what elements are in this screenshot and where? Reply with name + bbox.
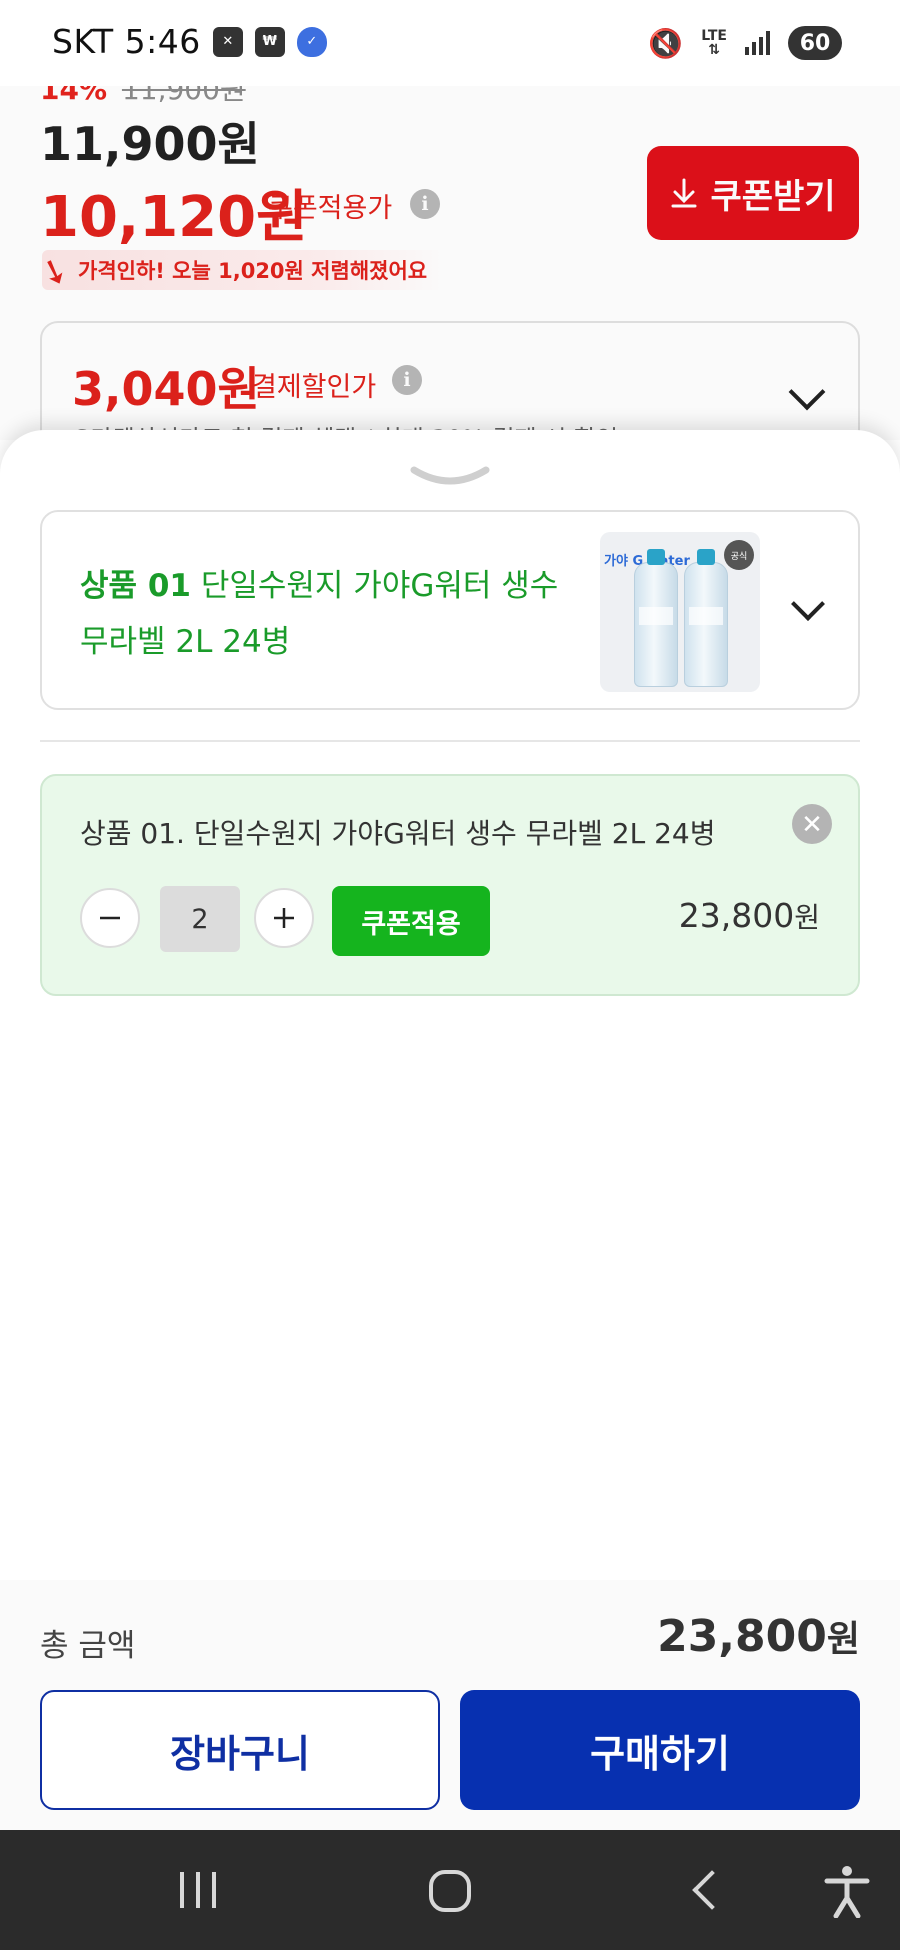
back-icon[interactable] (692, 1870, 732, 1910)
close-icon: ✕ (801, 808, 823, 839)
official-badge: 공식 (724, 540, 754, 570)
plus-icon (274, 908, 294, 928)
signal-icon (745, 31, 770, 55)
battery-icon: 60 (788, 26, 842, 60)
total-value: 23,800 (657, 1611, 827, 1662)
total-label: 총 금액 (40, 1628, 136, 1664)
carrier-time: SKT 5:46 (52, 22, 201, 61)
item-price-value: 23,800 (678, 896, 795, 935)
purchase-footer: 총 금액 23,800원 장바구니 구매하기 (0, 1580, 900, 1830)
item-line-price: 23,800원 (679, 896, 820, 936)
water-bottle-image (634, 549, 678, 687)
selected-item-title: 상품 01. 단일수원지 가야G워터 생수 무라벨 2L 24병 (80, 817, 716, 850)
lte-icon: LTE ⇅ (701, 28, 727, 58)
shield-icon: ✓ (296, 26, 327, 57)
chevron-down-icon (791, 587, 825, 621)
status-bar: SKT 5:46 ✕ ₩ ✓ 🔇 LTE ⇅ 60 (0, 0, 900, 86)
app-notification-icon: ✕ (212, 26, 243, 57)
remove-item-button[interactable]: ✕ (792, 804, 832, 844)
water-bottle-image (684, 549, 728, 687)
option-prefix: 상품 01 (80, 568, 191, 604)
accessibility-icon[interactable] (822, 1864, 872, 1918)
recent-apps-icon[interactable] (180, 1872, 216, 1908)
quantity-decrease-button[interactable] (80, 888, 140, 948)
add-to-cart-button[interactable]: 장바구니 (40, 1690, 440, 1810)
home-icon[interactable] (429, 1870, 471, 1912)
mute-icon: 🔇 (648, 26, 684, 60)
total-unit: 원 (826, 1619, 860, 1660)
buy-now-button[interactable]: 구매하기 (460, 1690, 860, 1810)
divider (40, 740, 860, 742)
product-thumbnail: 가야 G water 공식 (600, 532, 760, 692)
system-navigation-bar (0, 1830, 900, 1950)
selected-item-card: 상품 01. 단일수원지 가야G워터 생수 무라벨 2L 24병 ✕ 쿠폰적용 … (40, 774, 860, 996)
total-amount: 23,800원 (657, 1610, 860, 1662)
pay-notification-icon: ₩ (254, 26, 285, 57)
option-select-dropdown[interactable]: 상품 01 단일수원지 가야G워터 생수 무라벨 2L 24병 가야 G wat… (40, 510, 860, 710)
item-price-unit: 원 (794, 901, 820, 934)
option-select-text: 상품 01 단일수원지 가야G워터 생수 무라벨 2L 24병 (80, 558, 580, 670)
apply-coupon-button[interactable]: 쿠폰적용 (332, 886, 490, 956)
quantity-input[interactable] (160, 886, 240, 952)
sheet-collapse-handle-icon[interactable] (408, 462, 492, 492)
quantity-increase-button[interactable] (254, 888, 314, 948)
minus-icon (100, 916, 120, 920)
